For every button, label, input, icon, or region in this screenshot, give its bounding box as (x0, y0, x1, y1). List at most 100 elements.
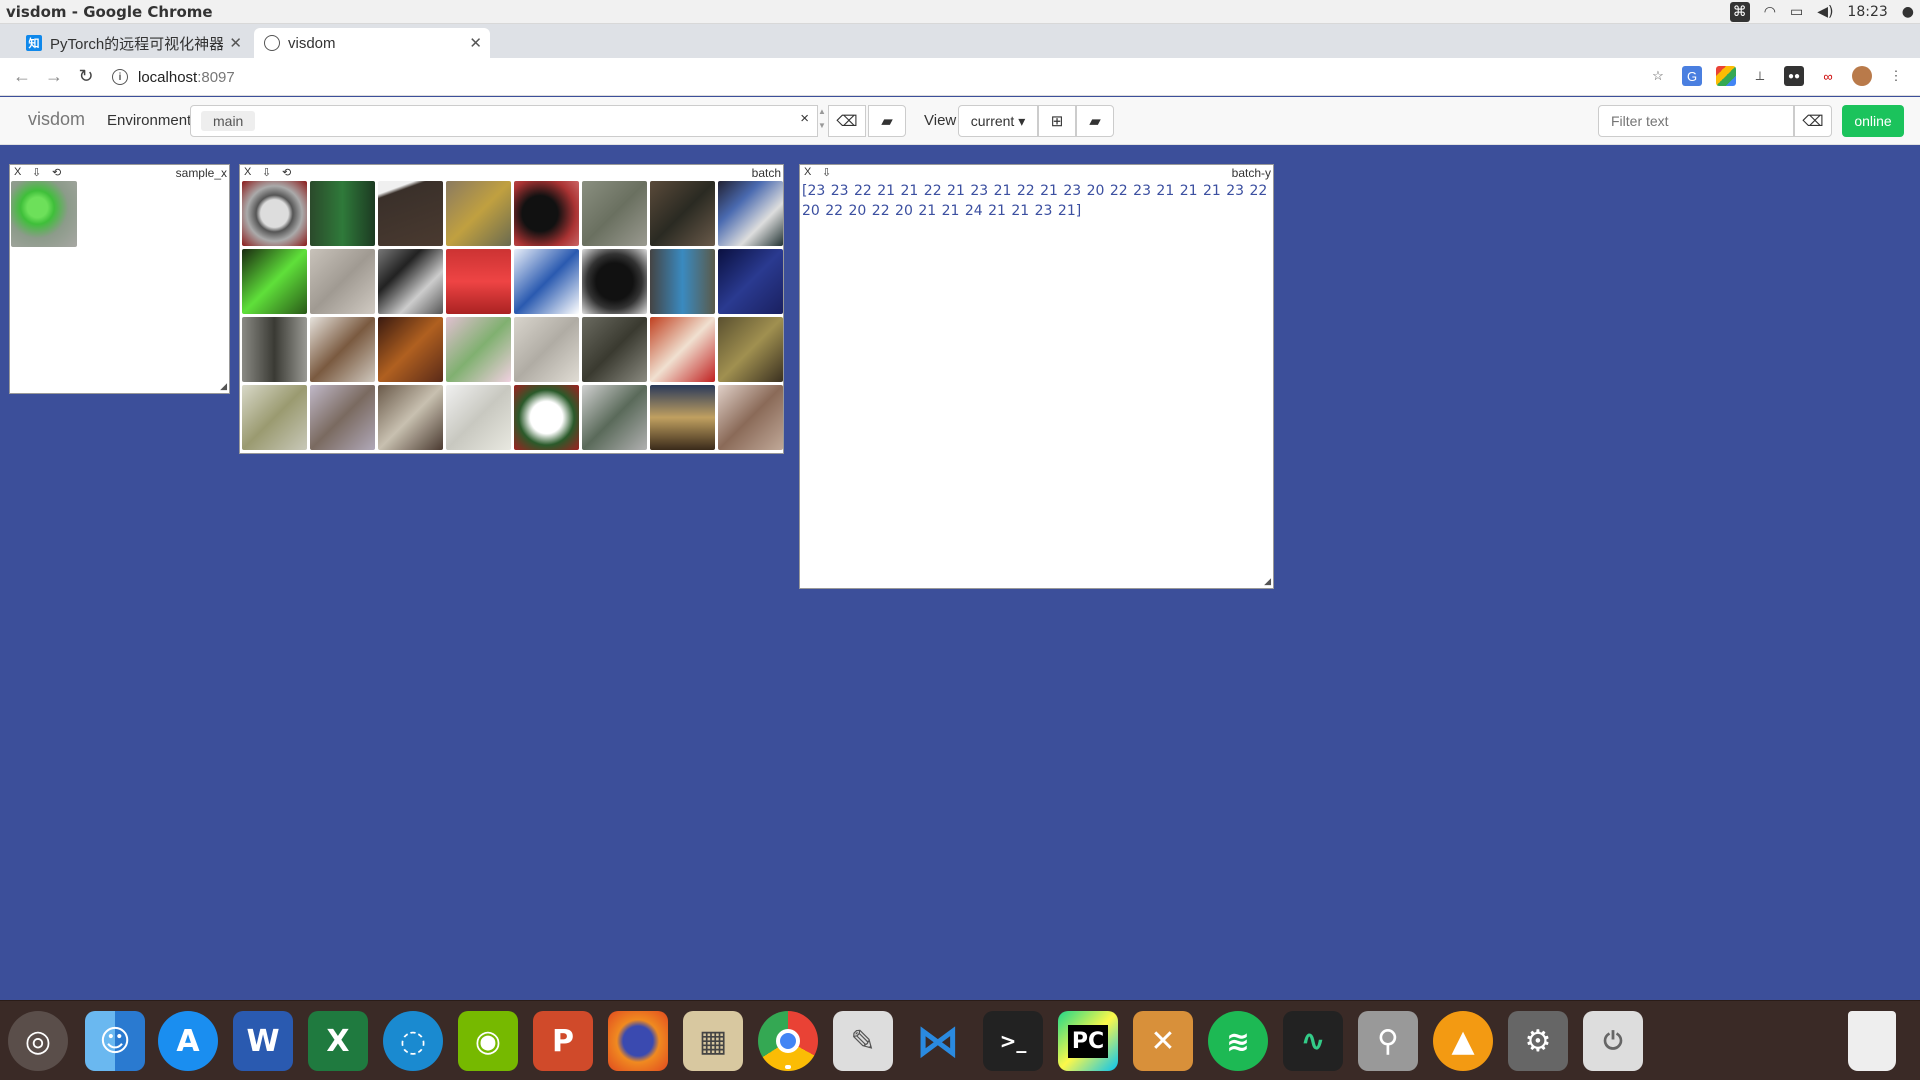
batch-image (310, 181, 375, 246)
batch-image (310, 317, 375, 382)
tree-icon[interactable]: ⟂ (1750, 66, 1770, 86)
save-pane-icon[interactable]: ⇩ (262, 166, 271, 179)
grid-icon[interactable]: ⊞ (1038, 105, 1076, 137)
wifi-icon[interactable]: ◠ (1764, 4, 1776, 20)
address-bar[interactable]: i localhost:8097 (112, 62, 1652, 92)
pane-batch[interactable]: X ⇩ ⟲ batch (239, 164, 784, 454)
site-info-icon[interactable]: i (112, 69, 128, 85)
translate-icon[interactable]: G (1682, 66, 1702, 86)
tools-icon[interactable]: ✕ (1133, 1011, 1193, 1071)
eraser-icon[interactable]: ⌫ (828, 105, 866, 137)
tab-visdom[interactable]: visdom ✕ (254, 28, 490, 58)
batch-image (514, 317, 579, 382)
clock[interactable]: 18:23 (1847, 4, 1887, 20)
colorpicker-icon[interactable] (1716, 66, 1736, 86)
save-pane-icon[interactable]: ⇩ (32, 166, 41, 179)
pane-sample-x[interactable]: X ⇩ ⟲ sample_x ◢ (9, 164, 230, 394)
command-icon[interactable]: ⌘ (1729, 2, 1750, 22)
vscode-icon[interactable]: ⋈ (908, 1011, 968, 1071)
batch-image (582, 385, 647, 450)
incognito-icon[interactable]: ●● (1784, 66, 1804, 86)
save-pane-icon[interactable]: ⇩ (822, 166, 831, 179)
word-icon[interactable]: W (233, 1011, 293, 1071)
resize-handle[interactable]: ◢ (220, 381, 227, 392)
visdom-header: visdom Environment main × ▲ ▼ ⌫ ▰ View cu… (0, 97, 1920, 145)
pane-batch-y[interactable]: X ⇩ batch-y [23 23 22 21 21 22 21 23 21 … (799, 164, 1274, 589)
close-pane-icon[interactable]: X (244, 166, 251, 178)
glasses-icon[interactable]: ∞ (1818, 66, 1838, 86)
environment-stepper[interactable]: ▲ ▼ (816, 105, 828, 137)
tab-pytorch[interactable]: 知 PyTorch的远程可视化神器 ✕ (16, 28, 250, 58)
text-editor-icon[interactable]: ✎ (833, 1011, 893, 1071)
batch-image (650, 385, 715, 450)
trash-icon[interactable] (1848, 1011, 1896, 1071)
clear-environment-icon[interactable]: × (800, 110, 809, 127)
terminal-icon[interactable]: >_ (983, 1011, 1043, 1071)
volume-icon[interactable]: ◀) (1817, 4, 1833, 20)
filter-input[interactable] (1598, 105, 1794, 137)
folder-icon[interactable]: ▰ (868, 105, 906, 137)
folder-view-icon[interactable]: ▰ (1076, 105, 1114, 137)
close-tab-icon[interactable]: ✕ (469, 34, 482, 52)
reset-pane-icon[interactable]: ⟲ (282, 166, 291, 179)
ubuntu-icon[interactable]: ◎ (8, 1011, 68, 1071)
batch-image (514, 385, 579, 450)
batch-image (718, 181, 783, 246)
brand-logo[interactable]: visdom (28, 109, 85, 130)
online-status-button[interactable]: online (1842, 105, 1904, 137)
nvidia-icon[interactable]: ◉ (458, 1011, 518, 1071)
batch-image (310, 249, 375, 314)
batch-image (310, 385, 375, 450)
image-grid (242, 181, 783, 450)
tab-label: PyTorch的远程可视化神器 (50, 35, 224, 53)
sync-icon[interactable]: ◌ (383, 1011, 443, 1071)
chrome-icon[interactable] (758, 1011, 818, 1071)
spotify-icon[interactable]: ≋ (1208, 1011, 1268, 1071)
reload-icon[interactable]: ↻ (74, 66, 98, 87)
batch-image (718, 385, 783, 450)
batch-image (650, 181, 715, 246)
environment-tag[interactable]: main (201, 111, 256, 131)
clear-filter-icon[interactable]: ⌫ (1794, 105, 1832, 137)
dock: ◎ ☺ A W X ◌ ◉ P ▦ ✎ ⋈ >_ PC ✕ ≋ ∿ ⚲ ▲ ⚙ … (0, 1000, 1920, 1080)
batch-image (650, 249, 715, 314)
usb-drive-icon[interactable]: ⚲ (1358, 1011, 1418, 1071)
system-tray: ⌘ ◠ ▭ ◀) 18:23 ● (1729, 0, 1914, 24)
pycharm-icon[interactable]: PC (1058, 1011, 1118, 1071)
menu-icon[interactable]: ⋮ (1886, 66, 1906, 86)
system-monitor-icon[interactable]: ∿ (1283, 1011, 1343, 1071)
finder-icon[interactable]: ☺ (85, 1011, 145, 1071)
batch-image (242, 385, 307, 450)
battery-icon[interactable]: ▭ (1790, 4, 1803, 20)
excel-icon[interactable]: X (308, 1011, 368, 1071)
forward-icon[interactable]: → (42, 66, 66, 87)
close-pane-icon[interactable]: X (14, 166, 21, 178)
close-tab-icon[interactable]: ✕ (229, 34, 242, 52)
apple-icon[interactable]: ● (1902, 4, 1914, 20)
back-icon[interactable]: ← (10, 66, 34, 87)
globe-icon (264, 35, 280, 51)
pane-title: batch (751, 166, 781, 180)
environment-select[interactable]: main × (190, 105, 818, 137)
app-store-icon[interactable]: A (158, 1011, 218, 1071)
power-icon[interactable]: ⏻ (1583, 1011, 1643, 1071)
batch-image (242, 317, 307, 382)
batch-image (650, 317, 715, 382)
reset-pane-icon[interactable]: ⟲ (52, 166, 61, 179)
firefox-icon[interactable] (608, 1011, 668, 1071)
batch-image (446, 181, 511, 246)
avatar[interactable] (1852, 66, 1872, 86)
settings-icon[interactable]: ⚙ (1508, 1011, 1568, 1071)
pane-bar: X ⇩ ⟲ sample_x (10, 165, 229, 180)
window-title: visdom - Google Chrome (6, 2, 213, 21)
resize-handle[interactable]: ◢ (1264, 576, 1271, 587)
extension-icons: ☆ G ⟂ ●● ∞ ⋮ (1648, 66, 1906, 86)
os-top-bar: visdom - Google Chrome ⌘ ◠ ▭ ◀) 18:23 ● (0, 0, 1920, 24)
powerpoint-icon[interactable]: P (533, 1011, 593, 1071)
close-pane-icon[interactable]: X (804, 166, 811, 178)
calculator-icon[interactable]: ▦ (683, 1011, 743, 1071)
vlc-icon[interactable]: ▲ (1433, 1011, 1493, 1071)
view-select[interactable]: current ▾ (958, 105, 1038, 137)
star-icon[interactable]: ☆ (1648, 66, 1668, 86)
environment-label: Environment (107, 112, 192, 129)
